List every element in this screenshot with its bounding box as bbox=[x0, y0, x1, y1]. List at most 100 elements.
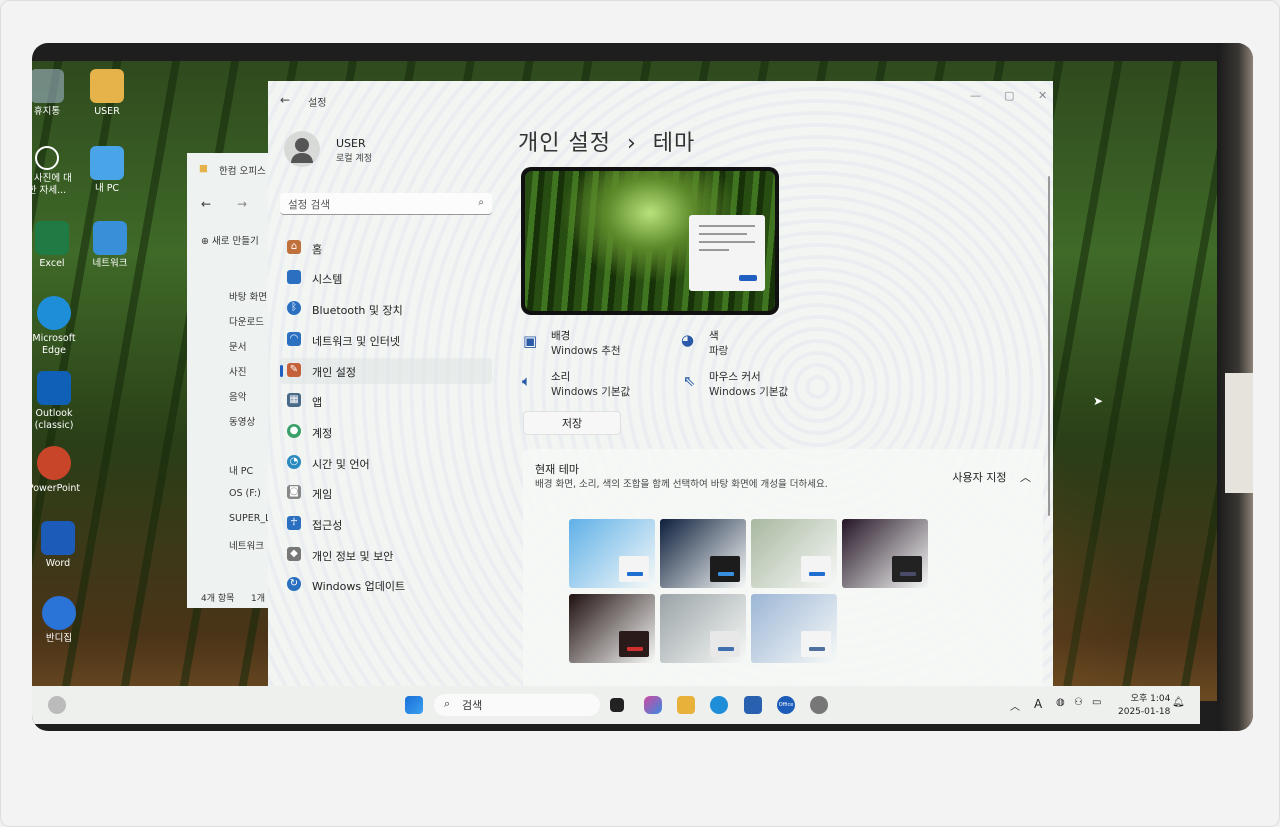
desktop-icon-recycle-bin[interactable]: 휴지통 bbox=[32, 69, 76, 118]
save-button[interactable]: 저장 bbox=[523, 411, 621, 435]
globe-icon[interactable]: ◍ bbox=[1056, 697, 1065, 708]
word-icon bbox=[41, 521, 75, 555]
office-icon[interactable]: Office bbox=[777, 696, 795, 714]
ime-indicator[interactable]: A bbox=[1034, 697, 1042, 711]
bandizip-icon bbox=[42, 596, 76, 630]
forward-arrow-icon[interactable]: → bbox=[237, 197, 247, 211]
theme-tile-bloom[interactable] bbox=[751, 594, 837, 663]
nav-privacy[interactable]: ◆ 개인 정보 및 보안 bbox=[280, 542, 492, 568]
drive-network[interactable]: 네트워크 bbox=[229, 538, 264, 552]
widgets-icon[interactable] bbox=[48, 696, 66, 714]
back-arrow-icon[interactable]: ← bbox=[280, 93, 290, 107]
current-theme-toggle[interactable]: 사용자 지정 ︿ bbox=[952, 469, 1031, 485]
scrollbar[interactable] bbox=[1048, 176, 1050, 516]
edge-icon[interactable] bbox=[710, 696, 728, 714]
quick-access-downloads[interactable]: 다운로드 bbox=[229, 314, 264, 328]
update-icon: ↻ bbox=[287, 577, 301, 591]
nav-personalization[interactable]: ✎ 개인 설정 bbox=[280, 358, 492, 384]
image-icon: ▣ bbox=[523, 332, 538, 350]
folder-icon: ■ bbox=[199, 163, 208, 174]
desktop-icon-this-pc[interactable]: 내 PC bbox=[78, 146, 136, 195]
desktop-icon-outlook[interactable]: Outlook (classic) bbox=[32, 371, 83, 432]
search-icon: ⌕ bbox=[478, 197, 484, 208]
quick-access-music[interactable]: 음악 bbox=[229, 389, 246, 403]
quick-access-desktop[interactable]: 바탕 화면 bbox=[229, 289, 267, 303]
network-icon[interactable]: ⚇ bbox=[1074, 697, 1083, 708]
settings-gear-icon[interactable] bbox=[810, 696, 828, 714]
recycle-bin-icon bbox=[32, 69, 64, 103]
back-arrow-icon[interactable]: ← bbox=[201, 197, 211, 211]
settings-search-input[interactable]: 설정 검색 ⌕ bbox=[280, 193, 492, 215]
theme-tile-flow[interactable] bbox=[569, 594, 655, 663]
avatar[interactable] bbox=[284, 131, 320, 167]
gamepad-icon: ◙ bbox=[287, 485, 301, 499]
quick-access-documents[interactable]: 문서 bbox=[229, 339, 246, 353]
drive-super-li[interactable]: SUPER_LI bbox=[229, 513, 273, 524]
home-icon: ⌂ bbox=[287, 240, 301, 254]
theme-tile-window-preview bbox=[892, 556, 922, 582]
file-explorer-window[interactable]: ■ 한컴 오피스 ← → ⊕ 새로 만들기 바탕 화면 다운로드 문서 사진 음… bbox=[187, 153, 277, 608]
drive-this-pc[interactable]: 내 PC bbox=[229, 463, 253, 477]
mouse-pointer-icon: ➤ bbox=[1093, 394, 1104, 408]
desktop-icon-excel[interactable]: Excel bbox=[32, 221, 81, 270]
nav-bluetooth[interactable]: ᛒ Bluetooth 및 장치 bbox=[280, 296, 492, 322]
system-icon bbox=[287, 270, 301, 284]
chevron-up-icon[interactable]: ︿ bbox=[1010, 698, 1020, 713]
attr-color[interactable]: 색 파랑 bbox=[709, 329, 728, 359]
file-explorer-icon[interactable] bbox=[677, 696, 695, 714]
excel-icon bbox=[35, 221, 69, 255]
user-account-type: 로컬 계정 bbox=[336, 154, 372, 164]
desktop-icon-powerpoint[interactable]: PowerPoint bbox=[32, 446, 83, 495]
maximize-icon[interactable]: ▢ bbox=[1004, 89, 1014, 102]
nav-network[interactable]: ◠ 네트워크 및 인터넷 bbox=[280, 327, 492, 353]
desktop: 휴지통 USER 이 사진에 대한 자세... 내 PC Excel 네트워크 … bbox=[32, 61, 1217, 701]
quick-access-videos[interactable]: 동영상 bbox=[229, 414, 255, 428]
nav-apps[interactable]: ▦ 앱 bbox=[280, 388, 492, 414]
theme-tile-glow[interactable] bbox=[751, 519, 837, 588]
nav-windows-update[interactable]: ↻ Windows 업데이트 bbox=[280, 572, 492, 598]
nav-gaming[interactable]: ◙ 게임 bbox=[280, 480, 492, 506]
start-button[interactable] bbox=[405, 696, 423, 714]
minimize-icon[interactable]: — bbox=[970, 89, 981, 102]
user-name: USER bbox=[336, 137, 366, 150]
theme-tile-windows-light[interactable] bbox=[569, 519, 655, 588]
attr-mouse-cursor[interactable]: 마우스 커서 Windows 기본값 bbox=[709, 370, 788, 400]
desktop-icon-user[interactable]: USER bbox=[78, 69, 136, 118]
chevron-up-icon: ︿ bbox=[1020, 471, 1031, 484]
close-icon[interactable]: ✕ bbox=[1038, 89, 1047, 102]
notification-bell-icon[interactable]: 🔔︎ bbox=[1172, 697, 1185, 708]
nav-accessibility[interactable]: ☥ 접근성 bbox=[280, 511, 492, 537]
monitor-photo: 휴지통 USER 이 사진에 대한 자세... 내 PC Excel 네트워크 … bbox=[32, 43, 1253, 731]
attr-background[interactable]: 배경 Windows 추천 bbox=[551, 329, 621, 359]
taskbar-search-input[interactable]: ⌕ 검색 bbox=[434, 694, 600, 716]
quick-access-pictures[interactable]: 사진 bbox=[229, 364, 246, 378]
theme-tile-captured-motion[interactable] bbox=[842, 519, 928, 588]
drive-os-f[interactable]: OS (F:) bbox=[229, 488, 261, 499]
nav-time-language[interactable]: ◔ 시간 및 언어 bbox=[280, 450, 492, 476]
theme-tile-window-preview bbox=[619, 556, 649, 582]
desktop-icon-word[interactable]: Word bbox=[32, 521, 87, 570]
new-item-button[interactable]: ⊕ 새로 만들기 bbox=[201, 233, 259, 247]
desktop-icon-photo-info[interactable]: 이 사진에 대한 자세... bbox=[32, 146, 76, 197]
copilot-icon[interactable] bbox=[644, 696, 662, 714]
nav-accounts[interactable]: ● 계정 bbox=[280, 419, 492, 445]
edge-icon bbox=[37, 296, 71, 330]
task-view-icon[interactable] bbox=[610, 698, 624, 712]
settings-window[interactable]: ← 설정 — ▢ ✕ USER 로컬 계정 설정 검색 ⌕ ⌂ 홈 시스템 ᛒ … bbox=[268, 81, 1053, 694]
theme-tile-sunrise[interactable] bbox=[660, 594, 746, 663]
store-icon[interactable] bbox=[744, 696, 762, 714]
desktop-icon-bandizip[interactable]: 반디집 bbox=[32, 596, 88, 645]
nav-home[interactable]: ⌂ 홈 bbox=[280, 235, 492, 261]
explorer-title: 한컴 오피스 bbox=[219, 166, 266, 177]
breadcrumb-parent[interactable]: 개인 설정 bbox=[518, 131, 611, 156]
clock[interactable]: 오후 1:04 2025-01-18 bbox=[1118, 693, 1170, 719]
breadcrumb: 개인 설정 › 테마 bbox=[518, 125, 695, 157]
nav-system[interactable]: 시스템 bbox=[280, 265, 492, 291]
battery-icon[interactable]: ▭ bbox=[1092, 697, 1101, 708]
theme-tile-windows-dark[interactable] bbox=[660, 519, 746, 588]
desktop-icon-network[interactable]: 네트워크 bbox=[81, 221, 139, 270]
speaker-icon: 🔈︎ bbox=[522, 372, 532, 390]
attr-sound[interactable]: 소리 Windows 기본값 bbox=[551, 370, 630, 400]
palette-icon: ◕ bbox=[681, 331, 695, 349]
desktop-icon-edge[interactable]: Microsoft Edge bbox=[32, 296, 83, 357]
